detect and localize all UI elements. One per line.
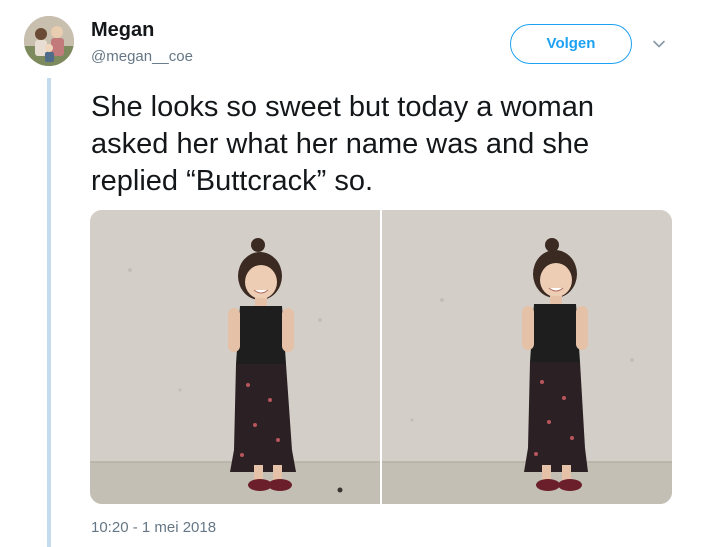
user-handle[interactable]: @megan__coe xyxy=(91,48,193,65)
tweet-media xyxy=(90,210,672,504)
tweet-text: She looks so sweet but today a woman ask… xyxy=(91,89,701,200)
display-name[interactable]: Megan xyxy=(91,19,154,42)
tweet-photo[interactable] xyxy=(90,210,380,504)
tweet-photo[interactable] xyxy=(382,210,672,504)
tweet-text-line: replied “Buttcrack” so. xyxy=(91,165,374,197)
chevron-down-icon[interactable] xyxy=(651,36,667,52)
avatar[interactable] xyxy=(24,16,74,66)
tweet-text-line: asked her what her name was and she xyxy=(91,128,590,160)
follow-button[interactable]: Volgen xyxy=(510,24,632,64)
tweet-timestamp[interactable]: 10:20 - 1 mei 2018 xyxy=(91,519,216,536)
tweet-text-line: She looks so sweet but today a woman xyxy=(91,91,594,123)
thread-line xyxy=(47,78,51,547)
